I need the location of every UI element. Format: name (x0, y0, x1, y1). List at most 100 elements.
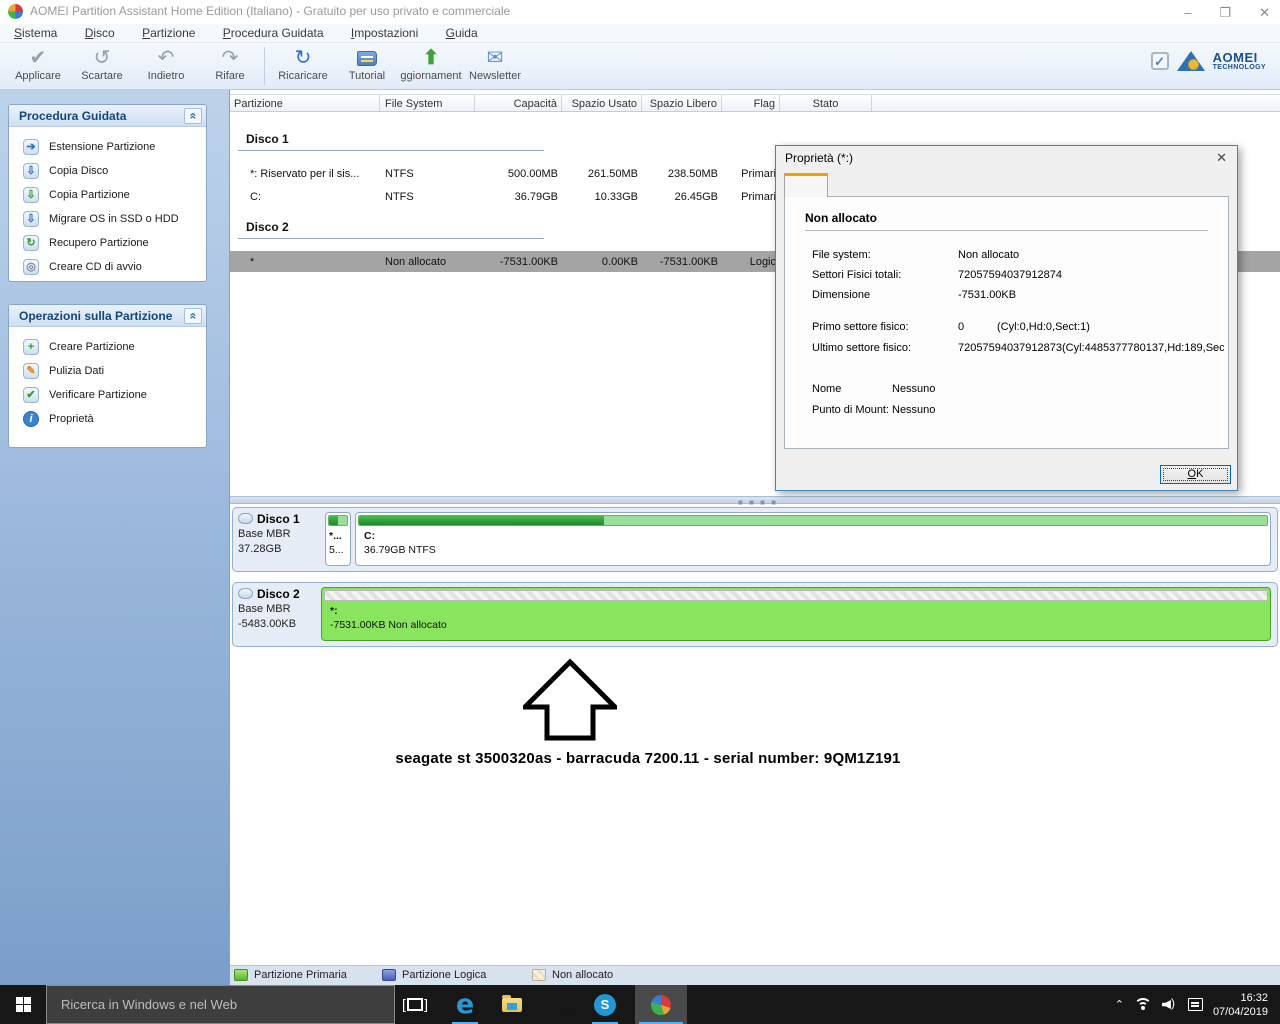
wipe-data-icon: ✎ (23, 363, 39, 379)
dialog-title-bar: Proprietà (*:) ✕ (776, 146, 1237, 169)
aomei-logo-text: AOMEI TECHNOLOGY (1213, 51, 1266, 71)
tutorial-button[interactable]: Tutorial (335, 46, 399, 82)
dialog-tab[interactable] (784, 173, 828, 197)
disk2-info: Disco 2 Base MBR -5483.00KB (238, 587, 322, 632)
primary-partition-color-icon (234, 969, 248, 981)
aomei-backupper-taskbar-button[interactable]: S (588, 985, 622, 1024)
system-tray: ⌃ 16:32 07/04/2019 (1115, 985, 1280, 1024)
aomei-logo-icon (1177, 51, 1205, 71)
field-punto-di-mount: Punto di Mount: Nessuno (785, 404, 1224, 420)
sidebar-item-recupero-partizione[interactable]: ↻ Recupero Partizione (9, 231, 206, 255)
col-spazio-usato[interactable]: Spazio Usato (562, 95, 642, 111)
splitter-handle[interactable]: ■ ■ ■ ■ (230, 496, 1280, 504)
task-view-icon (407, 998, 423, 1011)
discard-button[interactable]: ↺ Scartare (70, 46, 134, 82)
restore-button[interactable]: ❐ (1219, 6, 1231, 19)
book-icon (335, 46, 399, 70)
sidebar-item-proprieta[interactable]: i Proprietà (9, 407, 206, 431)
mail-icon: ✉ (463, 46, 527, 70)
properties-info-icon: i (23, 411, 39, 427)
migrate-os-icon: ⇩ (23, 211, 39, 227)
file-explorer-icon (502, 998, 522, 1012)
undo-button[interactable]: ↶ Indietro (134, 46, 198, 82)
sidebar-item-copia-disco[interactable]: ⇩ Copia Disco (9, 159, 206, 183)
col-stato[interactable]: Stato (780, 95, 872, 111)
menu-bar: Sistema Disco Partizione Procedura Guida… (0, 24, 1280, 43)
menu-sistema[interactable]: Sistema (4, 24, 67, 40)
menu-guida[interactable]: Guida (436, 24, 488, 40)
usage-bar (358, 515, 1268, 526)
disk1-partition-c[interactable]: C: 36.79GB NTFS (355, 512, 1271, 566)
panel-header-operazioni-partizione[interactable]: Operazioni sulla Partizione « (9, 305, 206, 327)
edge-taskbar-button[interactable]: e (448, 985, 482, 1024)
reload-button[interactable]: ↻ Ricaricare (271, 46, 335, 82)
sidebar-item-verificare-partizione[interactable]: ✔ Verificare Partizione (9, 383, 206, 407)
collapse-chevron-icon[interactable]: « (184, 308, 202, 324)
file-explorer-taskbar-button[interactable] (495, 985, 529, 1024)
menu-disco[interactable]: Disco (75, 24, 125, 40)
sidebar-item-creare-cd-avvio[interactable]: ◎ Creare CD di avvio (9, 255, 206, 279)
close-button[interactable]: ✕ (1259, 6, 1270, 19)
dialog-section-title: Non allocato (805, 211, 1208, 231)
tray-chevron-icon[interactable]: ⌃ (1115, 998, 1124, 1011)
disk1-partition-reserved[interactable]: *... 5... (325, 512, 351, 566)
task-view-button[interactable] (398, 985, 432, 1024)
wifi-icon[interactable] (1134, 998, 1152, 1011)
partition-assistant-icon (651, 995, 671, 1015)
taskbar-clock[interactable]: 16:32 07/04/2019 (1213, 991, 1272, 1019)
disk2-partition-unallocated[interactable]: *: -7531.00KB Non allocato (321, 587, 1271, 641)
annotation-text: seagate st 3500320as - barracuda 7200.11… (338, 750, 958, 767)
newsletter-button[interactable]: ✉ Newsletter (463, 46, 527, 82)
menu-partizione[interactable]: Partizione (132, 24, 205, 40)
windows-logo-icon (16, 997, 31, 1012)
upgrade-icon: ⬆ (399, 46, 463, 70)
app-icon (8, 4, 23, 19)
menu-impostazioni[interactable]: Impostazioni (341, 24, 428, 40)
sidebar-item-estensione-partizione[interactable]: ➔ Estensione Partizione (9, 135, 206, 159)
redo-button[interactable]: ↷ Rifare (198, 46, 262, 82)
apply-check-icon: ✔ (6, 46, 70, 70)
checkbox-icon: ✓ (1151, 52, 1169, 70)
legend-primary-partition: Partizione Primaria (234, 969, 347, 981)
sidebar-item-copia-partizione[interactable]: ⇩ Copia Partizione (9, 183, 206, 207)
disk2-panel: Disco 2 Base MBR -5483.00KB *: -7531.00K… (232, 582, 1278, 647)
redo-icon: ↷ (198, 46, 262, 70)
store-taskbar-button[interactable] (543, 985, 577, 1024)
aomei-partition-assistant-taskbar-button[interactable] (635, 985, 687, 1024)
dialog-close-icon[interactable]: ✕ (1216, 150, 1227, 166)
collapse-chevron-icon[interactable]: « (184, 108, 202, 124)
title-bar: AOMEI Partition Assistant Home Edition (… (0, 0, 1280, 24)
brand-area: ✓ AOMEI TECHNOLOGY (1151, 51, 1266, 71)
legend-unallocated: Non allocato (532, 969, 613, 981)
disk1-panel: Disco 1 Base MBR 37.28GB *... 5... C: 36… (232, 507, 1278, 572)
disk-icon (238, 513, 253, 524)
taskbar: Ricerca in Windows e nel Web e S ⌃ 16:32… (0, 985, 1280, 1024)
start-button[interactable] (0, 985, 46, 1024)
field-primo-settore: Primo settore fisico: 0 (Cyl:0,Hd:0,Sect… (785, 321, 1224, 337)
properties-dialog: Proprietà (*:) ✕ Non allocato File syste… (775, 145, 1238, 491)
speaker-icon[interactable] (1162, 998, 1178, 1011)
sidebar-item-migrare-os[interactable]: ⇩ Migrare OS in SSD o HDD (9, 207, 206, 231)
refresh-icon: ↻ (271, 46, 335, 70)
ok-button[interactable]: OK (1160, 465, 1231, 484)
window-title: AOMEI Partition Assistant Home Edition (… (30, 4, 510, 18)
disk1-info: Disco 1 Base MBR 37.28GB (238, 512, 322, 557)
taskbar-search-input[interactable]: Ricerca in Windows e nel Web (46, 985, 395, 1024)
upgrade-button[interactable]: ⬆ ggiornament (399, 46, 463, 82)
col-partizione[interactable]: Partizione (230, 95, 380, 111)
panel-header-procedura-guidata[interactable]: Procedura Guidata « (9, 105, 206, 127)
copy-partition-icon: ⇩ (23, 187, 39, 203)
toolbar: ✔ Applicare ↺ Scartare ↶ Indietro ↷ Rifa… (0, 43, 1280, 90)
apply-button[interactable]: ✔ Applicare (6, 46, 70, 82)
panel-operazioni-partizione: Operazioni sulla Partizione « + Creare P… (8, 304, 207, 448)
col-spazio-libero[interactable]: Spazio Libero (642, 95, 722, 111)
table-header: Partizione File System Capacità Spazio U… (230, 94, 1280, 112)
sidebar-item-creare-partizione[interactable]: + Creare Partizione (9, 335, 206, 359)
col-capacita[interactable]: Capacità (475, 95, 562, 111)
action-center-icon[interactable] (1188, 998, 1203, 1011)
minimize-button[interactable]: – (1184, 6, 1191, 19)
col-flag[interactable]: Flag (722, 95, 780, 111)
menu-procedura-guidata[interactable]: Procedura Guidata (213, 24, 334, 40)
col-file-system[interactable]: File System (380, 95, 475, 111)
sidebar-item-pulizia-dati[interactable]: ✎ Pulizia Dati (9, 359, 206, 383)
